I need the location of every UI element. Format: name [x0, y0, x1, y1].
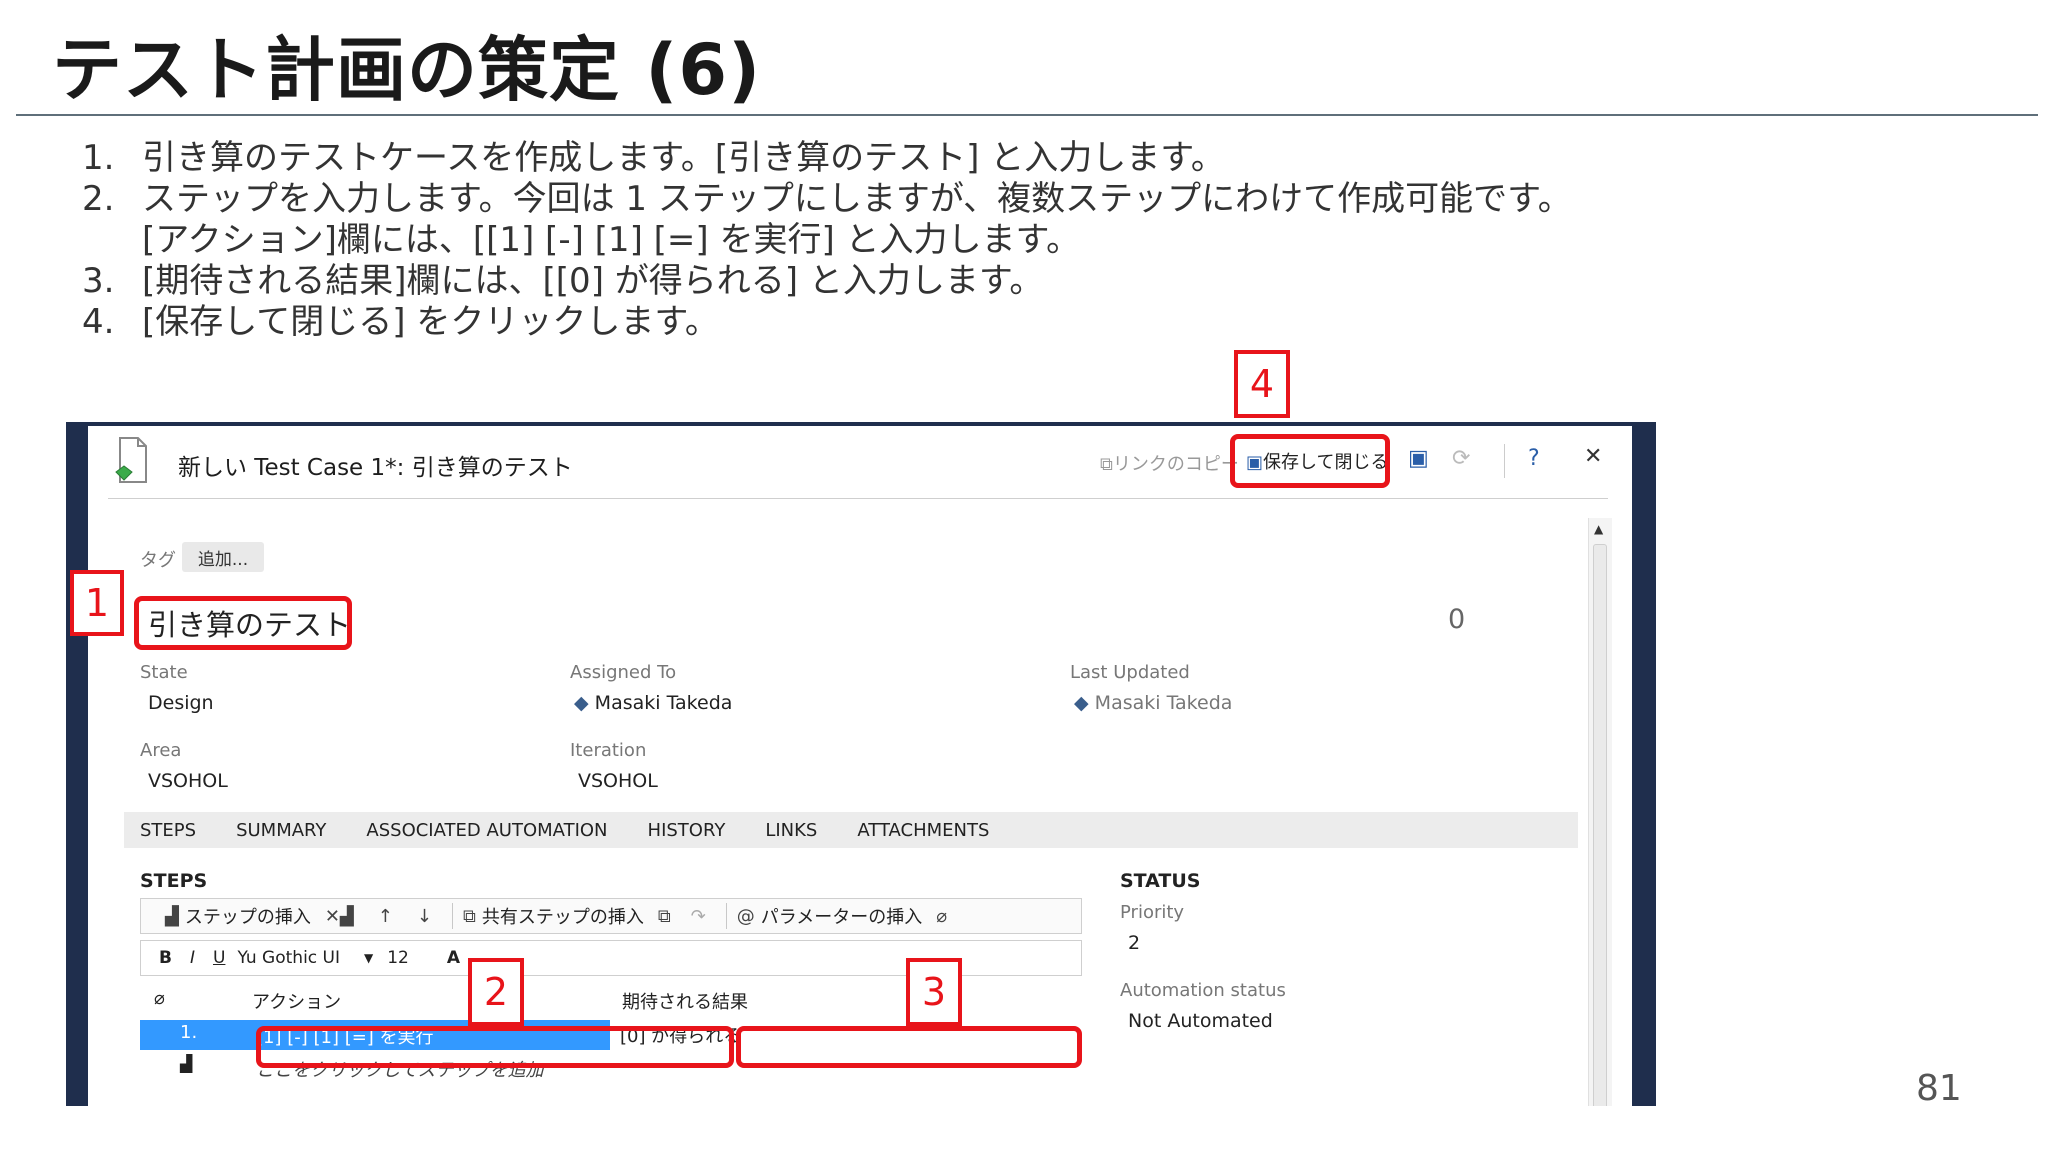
automation-status-value: Not Automated	[1128, 1010, 1273, 1032]
toolbar-separator	[1504, 444, 1505, 478]
action-column-header[interactable]: アクション	[252, 988, 341, 1014]
delete-step-icon[interactable]: ✕▟	[325, 906, 354, 927]
step-number: 1.	[180, 1022, 198, 1043]
callout-2: 2	[468, 958, 524, 1026]
tab-steps[interactable]: STEPS	[140, 820, 196, 841]
automation-status-label: Automation status	[1120, 980, 1286, 1001]
steps-toolbar: ▟ ステップの挿入 ✕▟ ↑ ↓ ⧉ 共有ステップの挿入 ⧉ ↷ @ パラメーターの挿…	[140, 898, 1082, 934]
shared-steps-icon: ⧉	[462, 905, 476, 927]
scroll-up-icon[interactable]: ▲	[1594, 522, 1603, 536]
toolbar-separator	[451, 903, 453, 929]
bold-button[interactable]: B	[159, 948, 172, 968]
instruction-item: [アクション]欄には、[[1] [-] [1] [=] を実行] と入力します。	[142, 220, 1081, 260]
priority-label: Priority	[1120, 902, 1185, 923]
tags-label: タグ	[140, 550, 176, 571]
assigned-to-value[interactable]: ◆ Masaki Takeda	[574, 692, 732, 714]
insert-parameter-button[interactable]: @ パラメーターの挿入	[737, 903, 922, 929]
scrollbar-thumb[interactable]	[1593, 544, 1607, 1106]
tab-summary[interactable]: SUMMARY	[236, 820, 326, 841]
state-value[interactable]: Design	[148, 692, 214, 714]
insert-step-button[interactable]: ▟ ステップの挿入	[165, 903, 311, 929]
add-tag-button[interactable]: 追加...	[182, 542, 264, 572]
copy-link-button[interactable]: ⧉リンクのコピー	[1100, 450, 1239, 476]
tab-associated-automation[interactable]: ASSOCIATED AUTOMATION	[366, 820, 607, 841]
instruction-item: 1. 引き算のテストケースを作成します。[引き算のテスト] と入力します。	[82, 138, 1225, 178]
status-heading: STATUS	[1120, 870, 1201, 892]
test-case-icon	[115, 437, 147, 483]
highlight-expected	[736, 1026, 1082, 1068]
instruction-item: 3. [期待される結果]欄には、[[0] が得られる] と入力します。	[82, 261, 1044, 301]
test-case-window: 新しい Test Case 1*: 引き算のテスト ⧉リンクのコピー ▣保存して…	[88, 426, 1632, 1106]
tab-links[interactable]: LINKS	[765, 820, 817, 841]
vertical-scrollbar[interactable]: ▲	[1588, 518, 1612, 1106]
toolbar-separator	[725, 903, 727, 929]
close-icon[interactable]: ✕	[1584, 444, 1602, 469]
chevron-down-icon[interactable]: ▼	[364, 951, 373, 965]
last-updated-value: ◆ Masaki Takeda	[1074, 692, 1233, 714]
highlight-save-close	[1230, 434, 1390, 488]
callout-3: 3	[906, 958, 962, 1026]
state-label: State	[140, 662, 188, 683]
title-divider	[16, 114, 2038, 116]
callout-4: 4	[1234, 350, 1290, 418]
tab-history[interactable]: HISTORY	[648, 820, 726, 841]
create-shared-steps-icon[interactable]: ⧉	[658, 906, 671, 927]
insert-shared-steps-button[interactable]: ⧉ 共有ステップの挿入	[463, 903, 644, 929]
area-label: Area	[140, 740, 182, 761]
tab-bar: STEPS SUMMARY ASSOCIATED AUTOMATION HIST…	[124, 812, 1578, 848]
underline-button[interactable]: U	[213, 948, 225, 968]
user-avatar-icon: ◆	[574, 692, 589, 714]
tab-attachments[interactable]: ATTACHMENTS	[857, 820, 989, 841]
iteration-value[interactable]: VSOHOL	[578, 770, 658, 792]
attachment-icon[interactable]: ⌀	[936, 906, 947, 927]
italic-button[interactable]: I	[190, 948, 195, 968]
callout-1: 1	[70, 570, 124, 636]
refresh-icon[interactable]: ⟳	[1452, 446, 1470, 471]
steps-heading: STEPS	[140, 870, 208, 892]
highlight-action	[256, 1026, 734, 1068]
test-case-id: 0	[1448, 604, 1466, 635]
titlebar-divider	[108, 498, 1608, 499]
insert-step-icon: ▟	[165, 905, 179, 927]
user-avatar-icon: ◆	[1074, 692, 1089, 714]
parameter-icon: @	[736, 905, 755, 927]
font-select[interactable]: Yu Gothic UI	[237, 948, 340, 968]
instruction-item: 4. [保存して閉じる] をクリックします。	[82, 302, 719, 342]
window-titlebar: 新しい Test Case 1*: 引き算のテスト ⧉リンクのコピー ▣保存して…	[88, 426, 1632, 498]
copy-link-icon: ⧉	[1100, 454, 1113, 475]
attachment-column-icon: ⌀	[154, 988, 165, 1009]
iteration-label: Iteration	[570, 740, 647, 761]
window-title: 新しい Test Case 1*: 引き算のテスト	[178, 455, 573, 481]
instruction-list: 1. 引き算のテストケースを作成します。[引き算のテスト] と入力します。 2. ス…	[82, 138, 1572, 343]
step-row-icon: ▟	[180, 1054, 193, 1073]
move-up-icon[interactable]: ↑	[378, 906, 393, 927]
redo-icon[interactable]: ↷	[691, 906, 706, 927]
assigned-to-label: Assigned To	[570, 662, 677, 683]
area-value[interactable]: VSOHOL	[148, 770, 228, 792]
font-color-button[interactable]: A	[447, 948, 460, 968]
last-updated-label: Last Updated	[1070, 662, 1190, 683]
instruction-item: 2. ステップを入力します。今回は 1 ステップにしますが、複数ステップにわけて作…	[82, 179, 1572, 219]
highlight-title	[134, 596, 352, 650]
slide-title: テスト計画の策定 (6)	[52, 29, 762, 111]
page-number: 81	[1916, 1068, 1962, 1109]
priority-value[interactable]: 2	[1128, 932, 1140, 954]
move-down-icon[interactable]: ↓	[417, 906, 432, 927]
font-size-select[interactable]: 12	[387, 948, 409, 968]
expected-column-header[interactable]: 期待される結果	[622, 988, 748, 1014]
help-icon[interactable]: ?	[1528, 446, 1540, 471]
save-icon[interactable]: ▣	[1408, 446, 1429, 471]
